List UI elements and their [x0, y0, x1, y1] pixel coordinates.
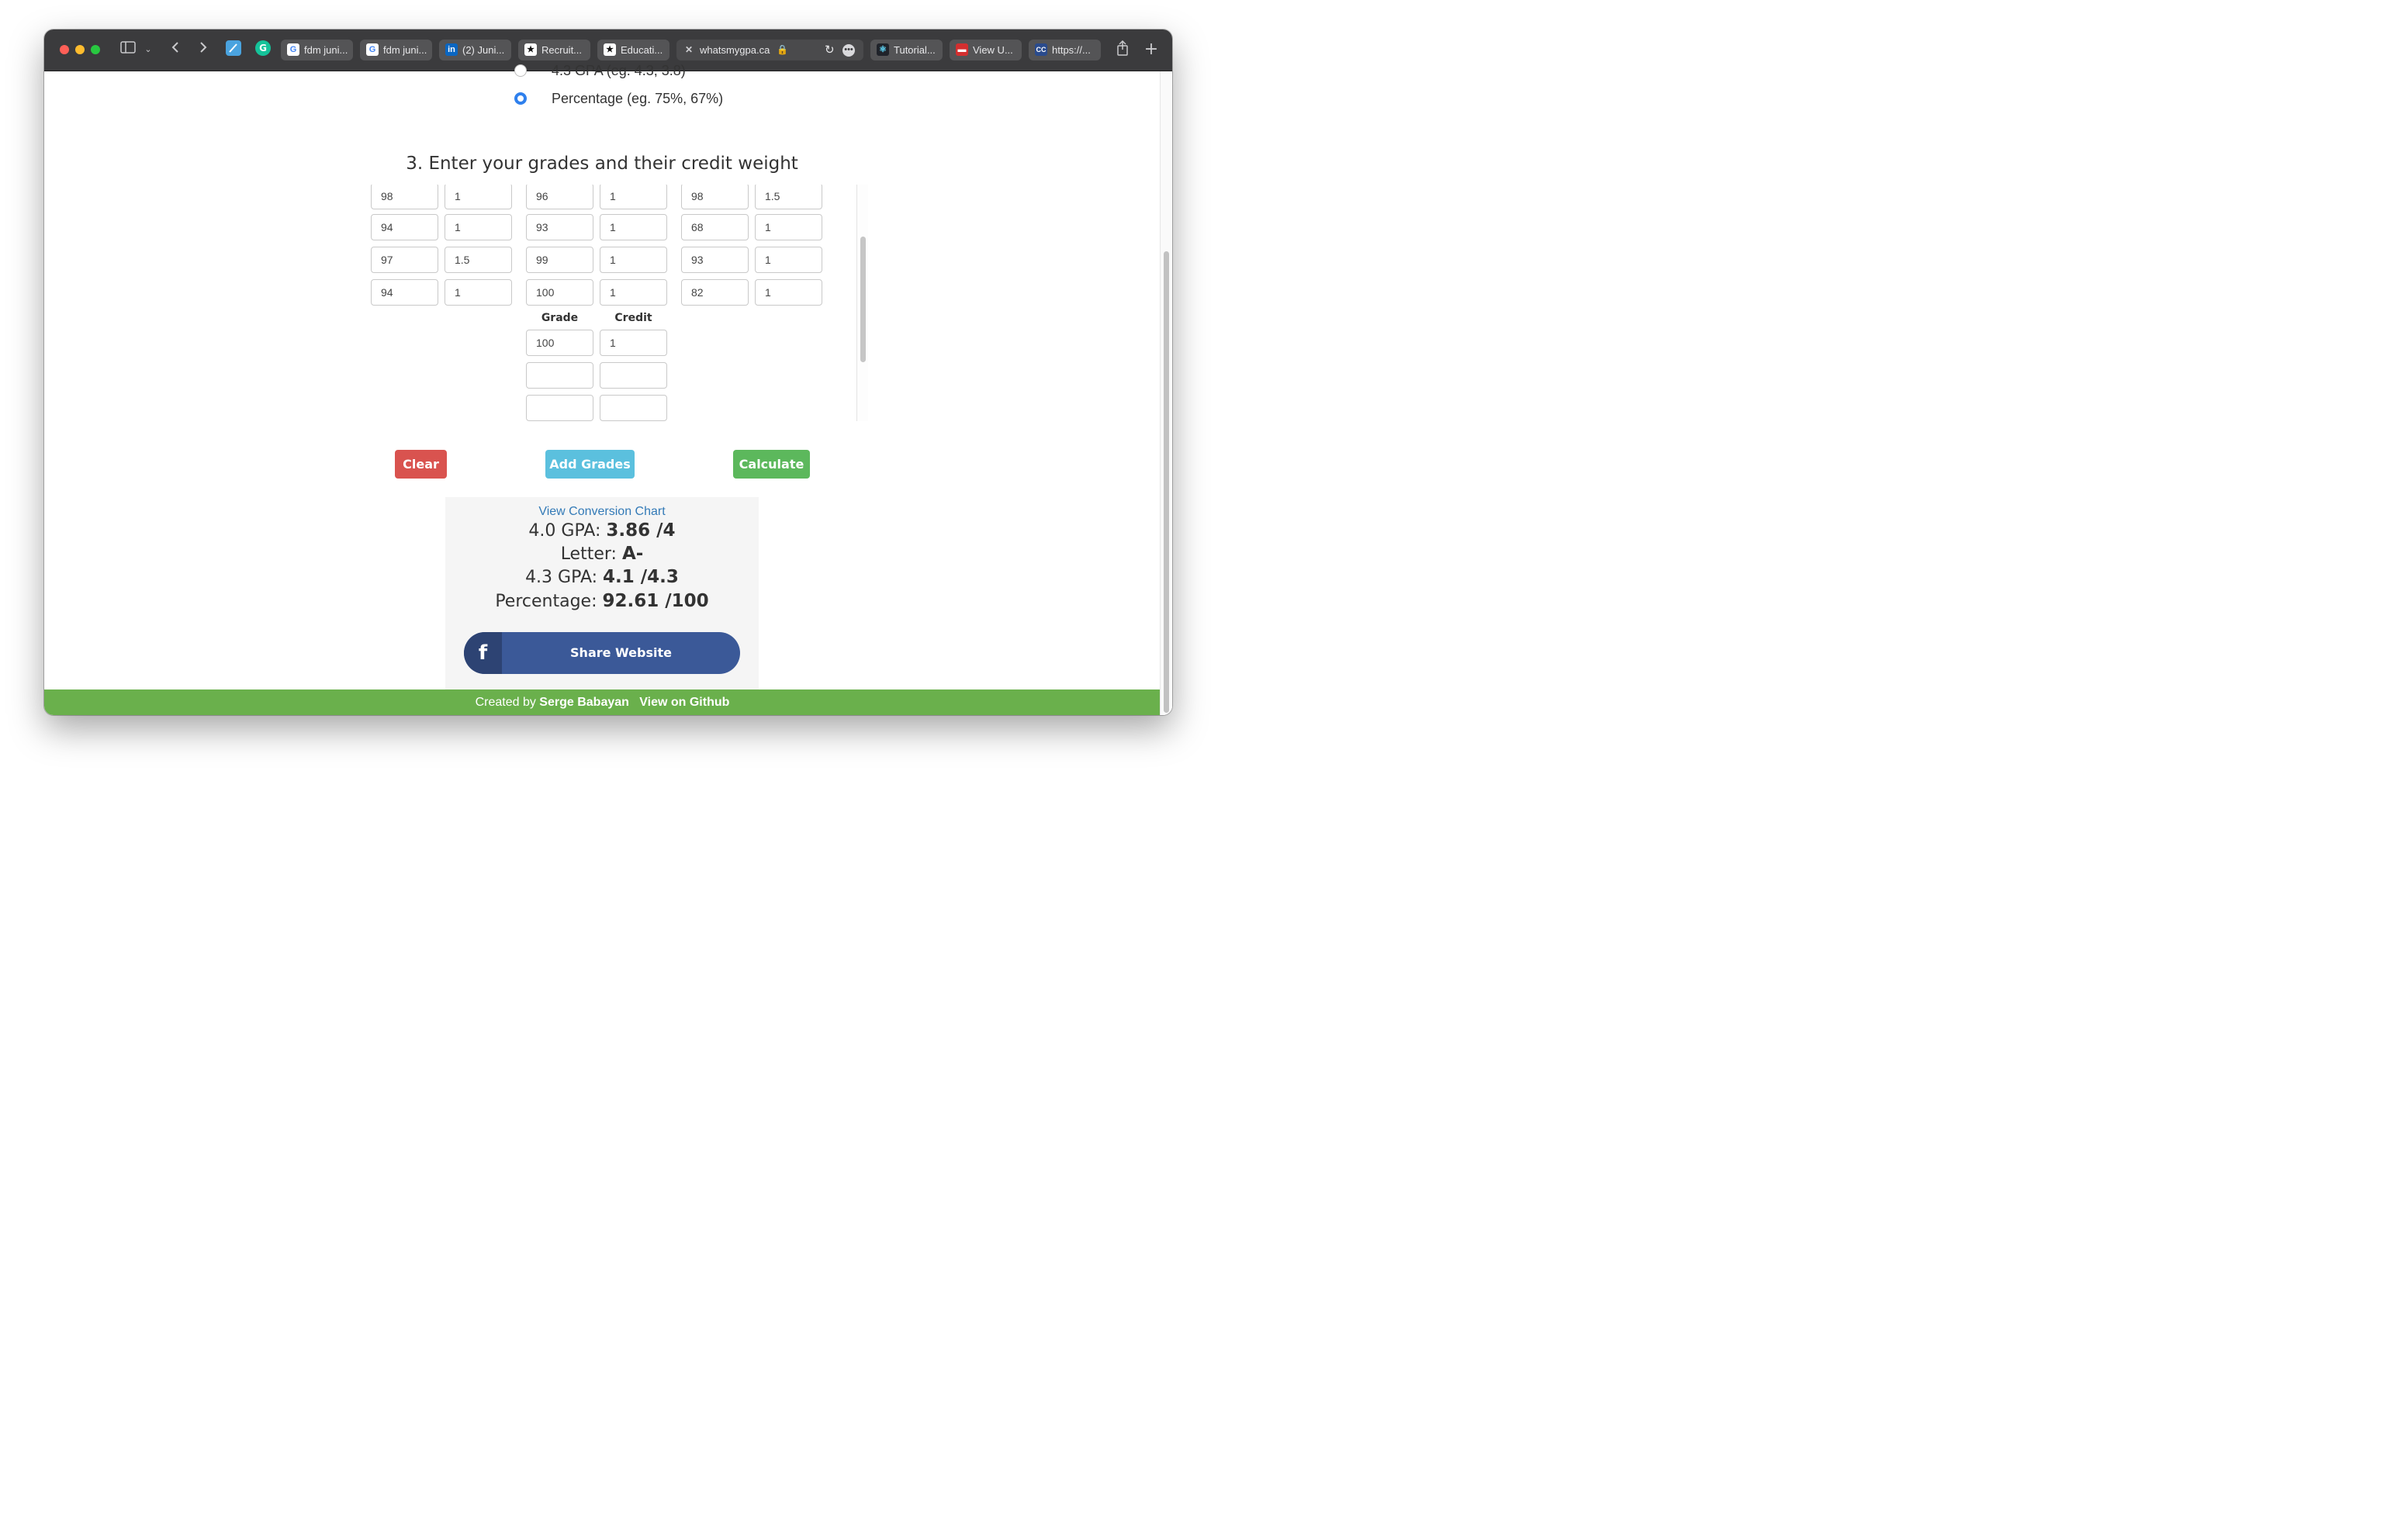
tab-2[interactable]: G fdm juni... — [360, 40, 432, 60]
google-icon: G — [366, 43, 379, 56]
tab-4[interactable]: ★ Recruit... — [518, 40, 590, 60]
credit-input[interactable] — [600, 214, 667, 240]
credit-input[interactable] — [600, 330, 667, 356]
grade-column-header: Grade — [541, 312, 579, 324]
credit-input[interactable] — [600, 279, 667, 306]
radio-percentage[interactable] — [514, 92, 527, 105]
share-website-button[interactable]: f Share Website — [464, 632, 740, 674]
chevron-down-icon[interactable]: ⌄ — [143, 40, 154, 59]
close-icon[interactable]: ✕ — [683, 43, 695, 56]
google-icon: G — [287, 43, 299, 56]
facebook-icon: f — [464, 632, 502, 674]
credit-input[interactable] — [600, 247, 667, 273]
footer: Created by Serge Babayan View on Github — [44, 689, 1161, 715]
credit-input[interactable] — [600, 395, 667, 421]
view-conversion-chart-link[interactable]: View Conversion Chart — [445, 505, 759, 519]
grade-input[interactable] — [526, 214, 593, 240]
radio-43gpa[interactable] — [514, 64, 527, 77]
clear-button[interactable]: Clear — [395, 450, 447, 479]
gpa43-result: 4.3 GPA: 4.1 /4.3 — [525, 567, 679, 587]
grade-input[interactable] — [371, 185, 438, 209]
react-icon: ⚛ — [877, 43, 889, 56]
share-icon[interactable] — [1115, 40, 1130, 59]
letter-result: Letter: A- — [560, 544, 644, 564]
grade-input[interactable] — [371, 247, 438, 273]
grade-input[interactable] — [371, 214, 438, 240]
minimize-window-button[interactable] — [75, 45, 85, 54]
new-tab-icon[interactable]: + — [1143, 40, 1159, 59]
grade-input[interactable] — [681, 247, 749, 273]
section-title: 3. Enter your grades and their credit we… — [406, 154, 798, 174]
grade-input[interactable] — [526, 395, 593, 421]
red-icon: ▬ — [956, 43, 968, 56]
credit-input[interactable] — [755, 247, 822, 273]
github-link[interactable]: View on Github — [639, 696, 729, 709]
percentage-result: Percentage: 92.61 /100 — [495, 591, 709, 611]
tab-3[interactable]: in (2) Juni... — [439, 40, 511, 60]
tab-5[interactable]: ★ Educati... — [597, 40, 669, 60]
tab-active-address-bar[interactable]: ✕ whatsmygpa.ca 🔒 ↻ ••• — [676, 40, 863, 60]
lock-icon: 🔒 — [777, 44, 788, 55]
extension-feather-icon[interactable] — [226, 40, 241, 59]
browser-window: ⌄ G G fdm juni... G fdm juni... in (2) J… — [44, 29, 1172, 715]
page-scrollbar[interactable] — [1160, 71, 1172, 715]
back-icon[interactable] — [168, 40, 182, 59]
credit-input[interactable] — [755, 279, 822, 306]
grade-input[interactable] — [371, 279, 438, 306]
credit-input[interactable] — [445, 247, 512, 273]
tab-8[interactable]: ▬ View U... — [950, 40, 1022, 60]
star-logo-icon: ★ — [604, 43, 616, 56]
tab-9[interactable]: CC https://... — [1029, 40, 1101, 60]
sidebar-icon[interactable] — [119, 40, 137, 59]
grade-input[interactable] — [526, 247, 593, 273]
credit-column-header: Credit — [614, 312, 652, 324]
grade-input[interactable] — [526, 185, 593, 209]
grade-input[interactable] — [526, 279, 593, 306]
share-website-label: Share Website — [570, 645, 672, 660]
forward-icon[interactable] — [196, 40, 210, 59]
grade-input[interactable] — [526, 362, 593, 389]
calculate-button[interactable]: Calculate — [733, 450, 810, 479]
credit-input[interactable] — [445, 279, 512, 306]
author-link[interactable]: Serge Babayan — [539, 696, 629, 709]
tab-1[interactable]: G fdm juni... — [281, 40, 353, 60]
cc-icon: CC — [1035, 43, 1047, 56]
grades-scrollbar[interactable] — [856, 185, 868, 421]
grade-input[interactable] — [681, 185, 749, 209]
results-panel: View Conversion Chart 4.0 GPA: 3.86 /4 L… — [445, 497, 759, 693]
svg-text:G: G — [259, 43, 267, 54]
tab-7[interactable]: ⚛ Tutorial... — [870, 40, 943, 60]
grade-input[interactable] — [681, 214, 749, 240]
zoom-window-button[interactable] — [91, 45, 100, 54]
linkedin-icon: in — [445, 43, 458, 56]
star-logo-icon: ★ — [524, 43, 537, 56]
credit-input[interactable] — [445, 185, 512, 209]
grade-input[interactable] — [681, 279, 749, 306]
credit-input[interactable] — [755, 214, 822, 240]
grades-scrollbar-thumb[interactable] — [860, 237, 866, 362]
grammarly-icon[interactable]: G — [255, 40, 271, 59]
credit-input[interactable] — [755, 185, 822, 209]
reload-icon[interactable]: ↻ — [825, 40, 835, 60]
page-content: 4.3 GPA (eg. 4.3, 3.8) Percentage (eg. 7… — [44, 63, 1172, 715]
credit-input[interactable] — [600, 185, 667, 209]
grades-scroll-area[interactable]: Grade Credit — [370, 185, 868, 421]
more-icon[interactable]: ••• — [842, 44, 855, 57]
add-grades-button[interactable]: Add Grades — [545, 450, 635, 479]
credit-input[interactable] — [600, 362, 667, 389]
page-scrollbar-thumb[interactable] — [1164, 251, 1169, 713]
close-window-button[interactable] — [60, 45, 69, 54]
grade-input[interactable] — [526, 330, 593, 356]
credit-input[interactable] — [445, 214, 512, 240]
gpa4-result: 4.0 GPA: 3.86 /4 — [528, 520, 676, 541]
